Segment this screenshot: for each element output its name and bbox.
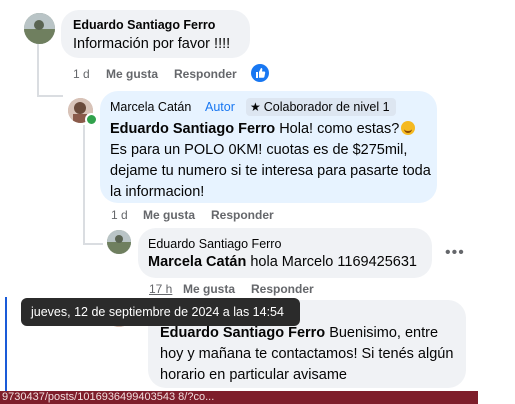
comment-text: Marcela Catán hola Marcelo 1169425631 — [148, 254, 417, 270]
tooltip-text: jueves, 12 de septiembre de 2024 a las 1… — [31, 305, 284, 319]
status-url-text: 9730437/posts/1016936499403543 8/?co... — [2, 391, 215, 403]
contributor-badge: ★ Colaborador de nivel 1 — [246, 98, 396, 116]
comment-time[interactable]: 17 h — [149, 282, 172, 296]
mention-link[interactable]: Eduardo Santiago Ferro — [160, 325, 325, 341]
comment-text: Eduardo Santiago Ferro Hola! como estas?… — [110, 121, 431, 200]
thread-line — [37, 44, 39, 96]
like-button[interactable]: Me gusta — [183, 282, 235, 296]
mention-link[interactable]: Eduardo Santiago Ferro — [110, 121, 275, 137]
focus-indicator — [5, 297, 7, 391]
reply-button[interactable]: Responder — [211, 208, 274, 222]
comment-time[interactable]: 1 d — [73, 67, 90, 81]
thumbs-up-icon — [256, 68, 266, 78]
thread-curve — [37, 95, 63, 97]
thread-curve-2 — [83, 243, 103, 245]
comment-text: Eduardo Santiago Ferro Buenisimo, entre … — [160, 325, 454, 383]
mention-link[interactable]: Marcela Catán — [148, 254, 246, 270]
author-badge: Autor — [205, 100, 235, 114]
more-options-icon[interactable]: ••• — [445, 244, 465, 262]
reply-button[interactable]: Responder — [174, 67, 237, 81]
star-icon: ★ — [250, 100, 261, 114]
reply-button[interactable]: Responder — [251, 282, 314, 296]
avatar[interactable] — [24, 13, 55, 44]
status-url-bar: 9730437/posts/1016936499403543 8/?co... — [0, 391, 478, 404]
online-status-indicator — [85, 113, 98, 126]
comment-author[interactable]: Marcela Catán — [110, 100, 191, 114]
like-button[interactable]: Me gusta — [143, 208, 195, 222]
like-reaction-icon[interactable] — [251, 64, 269, 82]
comment-author[interactable]: Eduardo Santiago Ferro — [148, 237, 281, 251]
comment-time[interactable]: 1 d — [111, 208, 128, 222]
comment-text: Información por favor !!!! — [73, 36, 231, 52]
comment-bubble: Eduardo Santiago Ferro Información por f… — [61, 10, 250, 58]
timestamp-tooltip: jueves, 12 de septiembre de 2024 a las 1… — [21, 298, 300, 326]
avatar-image — [24, 13, 55, 44]
like-button[interactable]: Me gusta — [106, 67, 158, 81]
smile-emoji-icon — [401, 121, 416, 135]
comment-author[interactable]: Eduardo Santiago Ferro — [73, 18, 215, 32]
comment-bubble: Eduardo Santiago Ferro Marcela Catán hol… — [138, 228, 432, 278]
comment-bubble-highlighted: Marcela Catán Autor ★ Colaborador de niv… — [100, 91, 437, 203]
avatar-image — [107, 230, 131, 254]
avatar[interactable] — [107, 230, 131, 254]
contributor-badge-label: Colaborador de nivel 1 — [263, 100, 390, 114]
thread-line-2 — [83, 125, 85, 243]
